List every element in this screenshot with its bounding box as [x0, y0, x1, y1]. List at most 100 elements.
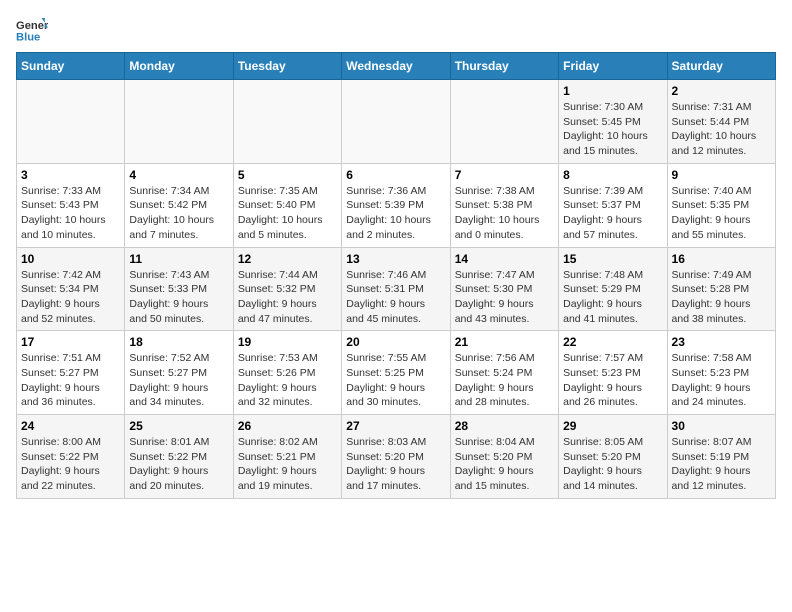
calendar-cell — [233, 80, 341, 164]
calendar-cell: 10Sunrise: 7:42 AM Sunset: 5:34 PM Dayli… — [17, 247, 125, 331]
day-number: 24 — [21, 419, 120, 433]
calendar-cell — [17, 80, 125, 164]
calendar-cell: 8 Sunrise: 7:39 AM Sunset: 5:37 PM Daylig… — [559, 163, 667, 247]
logo-icon: General Blue — [16, 16, 48, 44]
day-number: 10 — [21, 252, 120, 266]
day-number: 26 — [238, 419, 337, 433]
calendar-cell — [450, 80, 558, 164]
day-number: 9 — [672, 168, 771, 182]
day-info: Sunrise: 7:38 AM Sunset: 5:38 PM Dayligh… — [455, 184, 554, 243]
calendar-cell: 19 Sunrise: 7:53 AM Sunset: 5:26 PM Dayli… — [233, 331, 341, 415]
calendar-week-row: 10Sunrise: 7:42 AM Sunset: 5:34 PM Dayli… — [17, 247, 776, 331]
day-info: Sunrise: 7:58 AM Sunset: 5:23 PM Dayligh… — [672, 351, 771, 410]
weekday-header-monday: Monday — [125, 53, 233, 80]
day-info: Sunrise: 8:04 AM Sunset: 5:20 PM Dayligh… — [455, 435, 554, 494]
day-number: 21 — [455, 335, 554, 349]
day-number: 23 — [672, 335, 771, 349]
day-number: 3 — [21, 168, 120, 182]
day-info: Sunrise: 8:03 AM Sunset: 5:20 PM Dayligh… — [346, 435, 445, 494]
day-number: 1 — [563, 84, 662, 98]
day-number: 28 — [455, 419, 554, 433]
day-number: 7 — [455, 168, 554, 182]
day-number: 19 — [238, 335, 337, 349]
calendar-cell: 13 Sunrise: 7:46 AM Sunset: 5:31 PM Dayli… — [342, 247, 450, 331]
calendar-cell: 11Sunrise: 7:43 AM Sunset: 5:33 PM Dayli… — [125, 247, 233, 331]
calendar-cell: 27Sunrise: 8:03 AM Sunset: 5:20 PM Dayli… — [342, 415, 450, 499]
calendar-week-row: 3 Sunrise: 7:33 AM Sunset: 5:43 PM Daylig… — [17, 163, 776, 247]
weekday-header-saturday: Saturday — [667, 53, 775, 80]
day-info: Sunrise: 7:46 AM Sunset: 5:31 PM Dayligh… — [346, 268, 445, 327]
calendar-cell: 25 Sunrise: 8:01 AM Sunset: 5:22 PM Dayli… — [125, 415, 233, 499]
calendar-cell: 3 Sunrise: 7:33 AM Sunset: 5:43 PM Daylig… — [17, 163, 125, 247]
calendar-cell — [342, 80, 450, 164]
weekday-header-thursday: Thursday — [450, 53, 558, 80]
day-number: 15 — [563, 252, 662, 266]
day-number: 16 — [672, 252, 771, 266]
calendar-cell: 23 Sunrise: 7:58 AM Sunset: 5:23 PM Dayli… — [667, 331, 775, 415]
day-info: Sunrise: 7:48 AM Sunset: 5:29 PM Dayligh… — [563, 268, 662, 327]
calendar-cell: 24 Sunrise: 8:00 AM Sunset: 5:22 PM Dayli… — [17, 415, 125, 499]
day-number: 5 — [238, 168, 337, 182]
calendar-cell: 18 Sunrise: 7:52 AM Sunset: 5:27 PM Dayli… — [125, 331, 233, 415]
day-number: 18 — [129, 335, 228, 349]
calendar-table: SundayMondayTuesdayWednesdayThursdayFrid… — [16, 52, 776, 499]
day-info: Sunrise: 7:56 AM Sunset: 5:24 PM Dayligh… — [455, 351, 554, 410]
day-number: 6 — [346, 168, 445, 182]
day-number: 14 — [455, 252, 554, 266]
calendar-cell: 9 Sunrise: 7:40 AM Sunset: 5:35 PM Daylig… — [667, 163, 775, 247]
day-number: 25 — [129, 419, 228, 433]
day-info: Sunrise: 7:34 AM Sunset: 5:42 PM Dayligh… — [129, 184, 228, 243]
day-number: 8 — [563, 168, 662, 182]
calendar-week-row: 17 Sunrise: 7:51 AM Sunset: 5:27 PM Dayli… — [17, 331, 776, 415]
calendar-cell: 6 Sunrise: 7:36 AM Sunset: 5:39 PM Daylig… — [342, 163, 450, 247]
weekday-header-row: SundayMondayTuesdayWednesdayThursdayFrid… — [17, 53, 776, 80]
day-info: Sunrise: 7:55 AM Sunset: 5:25 PM Dayligh… — [346, 351, 445, 410]
calendar-cell: 22Sunrise: 7:57 AM Sunset: 5:23 PM Dayli… — [559, 331, 667, 415]
day-info: Sunrise: 8:02 AM Sunset: 5:21 PM Dayligh… — [238, 435, 337, 494]
calendar-cell: 16 Sunrise: 7:49 AM Sunset: 5:28 PM Dayli… — [667, 247, 775, 331]
calendar-cell: 26 Sunrise: 8:02 AM Sunset: 5:21 PM Dayli… — [233, 415, 341, 499]
calendar-cell: 28 Sunrise: 8:04 AM Sunset: 5:20 PM Dayli… — [450, 415, 558, 499]
calendar-week-row: 24 Sunrise: 8:00 AM Sunset: 5:22 PM Dayli… — [17, 415, 776, 499]
day-info: Sunrise: 7:43 AM Sunset: 5:33 PM Dayligh… — [129, 268, 228, 327]
day-info: Sunrise: 8:05 AM Sunset: 5:20 PM Dayligh… — [563, 435, 662, 494]
day-info: Sunrise: 7:36 AM Sunset: 5:39 PM Dayligh… — [346, 184, 445, 243]
day-info: Sunrise: 7:47 AM Sunset: 5:30 PM Dayligh… — [455, 268, 554, 327]
weekday-header-sunday: Sunday — [17, 53, 125, 80]
day-number: 13 — [346, 252, 445, 266]
day-info: Sunrise: 8:01 AM Sunset: 5:22 PM Dayligh… — [129, 435, 228, 494]
day-number: 22 — [563, 335, 662, 349]
day-number: 12 — [238, 252, 337, 266]
calendar-cell: 4Sunrise: 7:34 AM Sunset: 5:42 PM Daylig… — [125, 163, 233, 247]
calendar-cell: 20 Sunrise: 7:55 AM Sunset: 5:25 PM Dayli… — [342, 331, 450, 415]
day-info: Sunrise: 7:51 AM Sunset: 5:27 PM Dayligh… — [21, 351, 120, 410]
day-info: Sunrise: 7:35 AM Sunset: 5:40 PM Dayligh… — [238, 184, 337, 243]
day-info: Sunrise: 7:52 AM Sunset: 5:27 PM Dayligh… — [129, 351, 228, 410]
day-info: Sunrise: 7:39 AM Sunset: 5:37 PM Dayligh… — [563, 184, 662, 243]
day-info: Sunrise: 7:49 AM Sunset: 5:28 PM Dayligh… — [672, 268, 771, 327]
day-info: Sunrise: 7:44 AM Sunset: 5:32 PM Dayligh… — [238, 268, 337, 327]
day-number: 17 — [21, 335, 120, 349]
weekday-header-friday: Friday — [559, 53, 667, 80]
day-info: Sunrise: 7:53 AM Sunset: 5:26 PM Dayligh… — [238, 351, 337, 410]
calendar-week-row: 1 Sunrise: 7:30 AM Sunset: 5:45 PM Daylig… — [17, 80, 776, 164]
calendar-cell: 30Sunrise: 8:07 AM Sunset: 5:19 PM Dayli… — [667, 415, 775, 499]
calendar-cell: 12 Sunrise: 7:44 AM Sunset: 5:32 PM Dayli… — [233, 247, 341, 331]
weekday-header-tuesday: Tuesday — [233, 53, 341, 80]
weekday-header-wednesday: Wednesday — [342, 53, 450, 80]
calendar-cell — [125, 80, 233, 164]
calendar-cell: 5 Sunrise: 7:35 AM Sunset: 5:40 PM Daylig… — [233, 163, 341, 247]
day-number: 2 — [672, 84, 771, 98]
svg-text:Blue: Blue — [16, 31, 40, 43]
calendar-cell: 2Sunrise: 7:31 AM Sunset: 5:44 PM Daylig… — [667, 80, 775, 164]
day-info: Sunrise: 7:40 AM Sunset: 5:35 PM Dayligh… — [672, 184, 771, 243]
calendar-cell: 7 Sunrise: 7:38 AM Sunset: 5:38 PM Daylig… — [450, 163, 558, 247]
day-info: Sunrise: 7:30 AM Sunset: 5:45 PM Dayligh… — [563, 100, 662, 159]
calendar-cell: 17 Sunrise: 7:51 AM Sunset: 5:27 PM Dayli… — [17, 331, 125, 415]
day-number: 29 — [563, 419, 662, 433]
calendar-cell: 1 Sunrise: 7:30 AM Sunset: 5:45 PM Daylig… — [559, 80, 667, 164]
day-info: Sunrise: 8:00 AM Sunset: 5:22 PM Dayligh… — [21, 435, 120, 494]
day-number: 20 — [346, 335, 445, 349]
calendar-cell: 29 Sunrise: 8:05 AM Sunset: 5:20 PM Dayli… — [559, 415, 667, 499]
day-info: Sunrise: 7:33 AM Sunset: 5:43 PM Dayligh… — [21, 184, 120, 243]
